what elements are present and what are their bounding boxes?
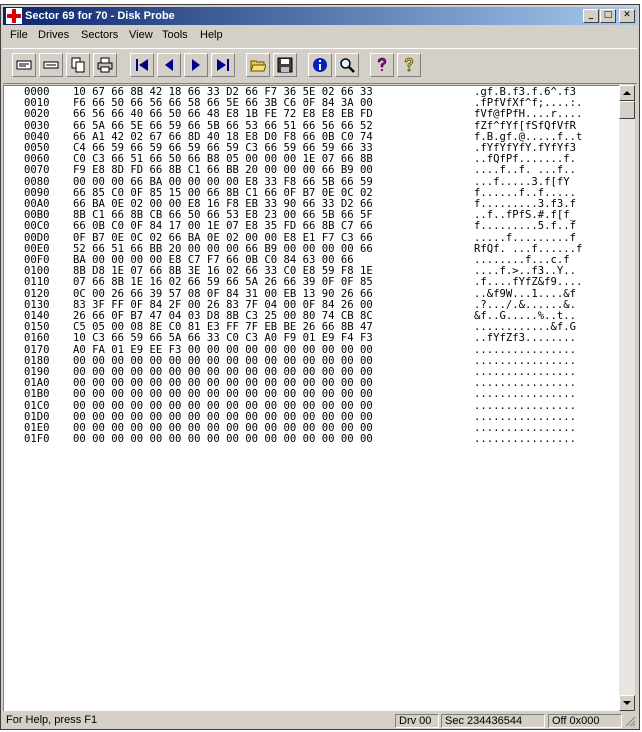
copy-button[interactable]	[66, 53, 90, 77]
hex-row-offset: 01B0	[24, 388, 50, 401]
hex-row-offset: 0160	[24, 332, 50, 345]
write-sector-icon	[43, 61, 59, 69]
title-bar[interactable]: Sector 69 for 70 - Disk Probe _ □ ✕	[3, 7, 637, 25]
hex-row-ascii: ..fYfZf3........	[474, 332, 577, 345]
arrow-down-icon	[623, 701, 631, 705]
toolbar	[3, 48, 637, 84]
hex-row-offset: 01F0	[24, 433, 50, 446]
hex-row-bytes: 00 00 00 00 00 00 00 00 00 00 00 00 00 0…	[73, 399, 373, 412]
minimize-button[interactable]: _	[583, 9, 599, 23]
hex-row-ascii: f.........5.f..f	[474, 220, 577, 233]
resize-grip-icon[interactable]	[624, 715, 636, 727]
hex-row-ascii: ................	[474, 399, 577, 412]
hex-row-offset: 01C0	[24, 399, 50, 412]
hex-row-offset: 0110	[24, 276, 50, 289]
hex-view[interactable]: 0000 10 67 66 8B 42 18 66 33 D2 66 F7 36 …	[3, 85, 619, 711]
next-sector-icon	[192, 59, 200, 71]
hex-row-offset: 0030	[24, 119, 50, 132]
last-sector-icon	[217, 59, 229, 71]
menu-tools[interactable]: Tools	[162, 29, 188, 41]
hex-row-offset: 00C0	[24, 220, 50, 233]
hex-row-ascii: ................	[474, 343, 577, 356]
hex-row-bytes: 07 66 8B 1E 16 02 66 59 66 5A 26 66 39 0…	[73, 276, 373, 289]
save-icon	[277, 57, 293, 73]
hex-row-bytes: 0F B7 0E 0C 02 66 BA 0E 02 00 00 E8 E1 F…	[73, 231, 373, 244]
help-icon	[377, 57, 387, 71]
search-icon	[340, 58, 355, 73]
scroll-down-button[interactable]	[619, 695, 635, 711]
last-sector-button[interactable]	[211, 53, 235, 77]
scroll-up-button[interactable]	[619, 85, 635, 101]
hex-row-ascii: ...f.....3.f[fY	[474, 175, 570, 188]
vertical-scrollbar[interactable]	[619, 85, 635, 711]
hex-row-bytes: 66 0B C0 0F 84 17 00 1E 07 E8 35 FD 66 8…	[73, 220, 373, 233]
read-sector-icon	[16, 60, 32, 70]
previous-sector-button[interactable]	[157, 53, 181, 77]
previous-sector-icon	[165, 59, 173, 71]
status-offset: Off 0x000	[548, 714, 622, 728]
status-drive: Drv 00	[395, 714, 439, 728]
menu-file[interactable]: File	[10, 29, 28, 41]
print-button[interactable]	[93, 53, 117, 77]
first-sector-icon	[136, 59, 148, 71]
hex-row-bytes: 00 00 00 66 BA 00 00 00 00 E8 33 F8 66 5…	[73, 175, 373, 188]
hex-row-bytes: F9 E8 8D FD 66 8B C1 66 BB 20 00 00 00 6…	[73, 164, 373, 177]
help-button[interactable]	[370, 53, 394, 77]
info-button[interactable]	[308, 53, 332, 77]
disk-probe-window: Sector 69 for 70 - Disk Probe _ □ ✕ File…	[0, 4, 640, 730]
maximize-button[interactable]: □	[600, 9, 616, 23]
hex-row-bytes: 00 00 00 00 00 00 00 00 00 00 00 00 00 0…	[73, 433, 373, 446]
save-button[interactable]	[273, 53, 297, 77]
hex-row-offset: 0080	[24, 175, 50, 188]
hex-row-offset: 0120	[24, 287, 50, 300]
hex-row-ascii: ....f..f. ...f..	[474, 164, 577, 177]
hex-row-offset: 00D0	[24, 231, 50, 244]
hex-row-offset: 0070	[24, 164, 50, 177]
hex-row-ascii: .....f.........f	[474, 231, 577, 244]
print-icon	[97, 57, 113, 73]
hex-row-ascii: .f....fYfZ&f9....	[474, 276, 583, 289]
open-folder-button[interactable]	[246, 53, 270, 77]
hex-row-bytes: A0 FA 01 E9 EE F3 00 00 00 00 00 00 00 0…	[73, 343, 373, 356]
hex-row-ascii: ..&f9W...1....&f	[474, 287, 577, 300]
close-button[interactable]: ✕	[619, 9, 635, 23]
hex-row-ascii: fZf^fYf[fSfQfVfR	[474, 119, 577, 132]
copy-icon	[71, 57, 85, 73]
hex-row-bytes: 10 C3 66 59 66 5A 66 33 C0 C3 A0 F9 01 E…	[73, 332, 373, 345]
menu-help[interactable]: Help	[200, 29, 223, 41]
read-sector-button[interactable]	[12, 53, 36, 77]
menu-sectors[interactable]: Sectors	[81, 29, 118, 41]
open-folder-icon	[250, 60, 266, 72]
search-button[interactable]	[335, 53, 359, 77]
window-title: Sector 69 for 70 - Disk Probe	[25, 10, 175, 22]
menu-drives[interactable]: Drives	[38, 29, 69, 41]
status-sector: Sec 234436544	[441, 714, 545, 728]
context-help-icon	[404, 57, 414, 72]
hex-row-ascii: ................	[474, 388, 577, 401]
hex-row-ascii: ................	[474, 433, 577, 446]
arrow-up-icon	[623, 91, 631, 95]
scroll-thumb[interactable]	[619, 101, 635, 119]
write-sector-button[interactable]	[39, 53, 63, 77]
first-sector-button[interactable]	[130, 53, 154, 77]
context-help-button[interactable]	[397, 53, 421, 77]
hex-row-bytes: 66 5A 66 5E 66 59 66 5B 66 53 66 51 66 5…	[73, 119, 373, 132]
menu-bar: File Drives Sectors View Tools Help	[3, 27, 637, 45]
app-red-cross-icon	[6, 8, 22, 24]
hex-row-offset: 0170	[24, 343, 50, 356]
status-bar: For Help, press F1 Drv 00 Sec 234436544 …	[3, 713, 637, 729]
hex-row-bytes: 00 00 00 00 00 00 00 00 00 00 00 00 00 0…	[73, 388, 373, 401]
hex-row-ascii: fVf@fPfH....r....	[474, 108, 583, 121]
info-icon	[313, 58, 327, 72]
hex-row-bytes: 66 56 66 40 66 50 66 48 E8 1B FE 72 E8 E…	[73, 108, 373, 121]
next-sector-button[interactable]	[184, 53, 208, 77]
hex-row-bytes: 0C 00 26 66 39 57 08 0F 84 31 00 EB 13 9…	[73, 287, 373, 300]
status-help-text: For Help, press F1	[6, 714, 98, 726]
menu-view[interactable]: View	[129, 29, 153, 41]
hex-row-offset: 0020	[24, 108, 50, 121]
